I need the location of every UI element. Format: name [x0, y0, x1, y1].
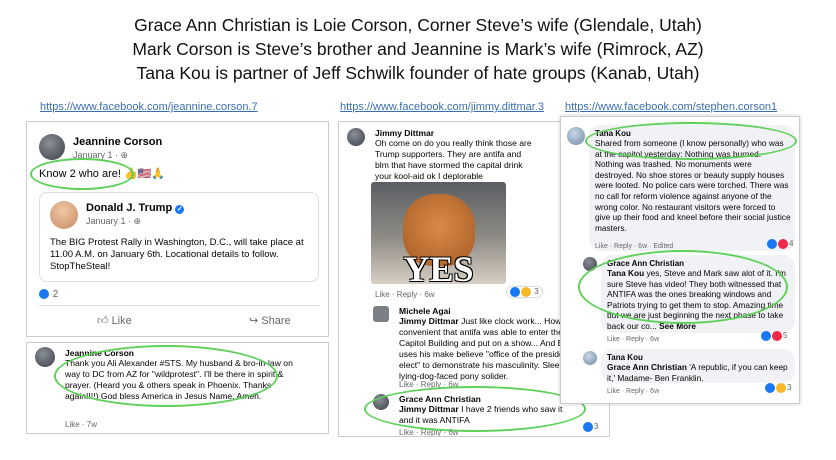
mention[interactable]: Jimmy Dittmar [399, 404, 459, 414]
like-reaction-icon [583, 422, 593, 432]
avatar[interactable] [35, 347, 55, 367]
haha-reaction-icon [521, 287, 531, 297]
comment-text: Thank you Ali Alexander #STS. My husband… [65, 358, 293, 401]
comment-text: Oh come on do you really think those are… [375, 138, 532, 181]
thumbs-up-icon: 👍︎ [97, 315, 109, 327]
avatar[interactable] [583, 351, 597, 365]
reaction-count: 4 [789, 239, 794, 249]
reaction-count: 5 [783, 331, 788, 341]
meme-image[interactable]: YES [371, 182, 506, 284]
love-reaction-icon [778, 239, 788, 249]
comment-meta[interactable]: Like · Reply · 6w [399, 428, 459, 436]
comment-author[interactable]: Grace Ann Christian [607, 259, 684, 268]
globe-icon: ⊕ [120, 150, 129, 160]
post-time-row: January 1 · ⊕ [73, 150, 128, 161]
heading-line-3: Tana Kou is partner of Jeff Schwilk foun… [136, 63, 700, 83]
comment-reactions[interactable]: 5 [761, 331, 787, 341]
comment-meta[interactable]: Like · Reply · 6w [375, 290, 435, 299]
comment-author[interactable]: Jeannine Corson [65, 348, 134, 358]
comment-text: Shared from someone (I know personally) … [595, 138, 791, 233]
avatar[interactable] [50, 201, 78, 229]
comment-text: Jimmy Dittmar I have 2 friends who saw i… [399, 404, 579, 426]
like-reaction-icon [767, 239, 777, 249]
like-reaction-icon [39, 289, 49, 300]
love-reaction-icon [772, 331, 782, 341]
comment-author[interactable]: Tana Kou [607, 353, 643, 362]
heading-line-2: Mark Corson is Steve’s brother and Jeann… [132, 39, 704, 59]
like-button[interactable]: 👍︎ Like [97, 314, 132, 327]
share-button[interactable]: ↪ Share [249, 314, 291, 327]
comment-reactions[interactable]: 3 [583, 422, 598, 432]
comment-author[interactable]: Jimmy Dittmar [375, 128, 434, 138]
facebook-post-panel: Jeannine Corson January 1 · ⊕ Know 2 who… [26, 121, 329, 337]
like-label: Like [111, 315, 132, 327]
avatar[interactable] [583, 257, 597, 271]
shared-post[interactable]: Donald J. Trump ✓ January 1 · ⊕ The BIG … [39, 192, 319, 282]
comment-text: Grace Ann Christian 'A republic, if you … [607, 362, 791, 383]
globe-icon: ⊕ [133, 216, 142, 226]
avatar[interactable] [373, 394, 389, 410]
url-jimmy[interactable]: https://www.facebook.com/jimmy.dittmar.3 [340, 101, 544, 113]
comment-reactions[interactable]: 4 [767, 239, 793, 249]
haha-reaction-icon [776, 383, 786, 393]
comment-meta[interactable]: Like · Reply · 6w [399, 380, 459, 389]
comment-text: Tana Kou yes, Steve and Mark saw alot of… [607, 268, 791, 332]
mention[interactable]: Grace Ann Christian [607, 362, 687, 372]
post-text: Know 2 who are! 👍🇺🇸🙏 [39, 168, 166, 180]
avatar[interactable] [373, 306, 389, 322]
comment-meta[interactable]: Like · Reply · 6w · Edited [595, 243, 673, 250]
shared-time[interactable]: January 1 · [86, 216, 134, 226]
verified-icon: ✓ [175, 205, 185, 214]
meme-caption: YES [403, 249, 474, 284]
comment-author[interactable]: Tana Kou [595, 129, 631, 138]
like-reaction-icon [761, 331, 771, 341]
url-jeannine[interactable]: https://www.facebook.com/jeannine.corson… [40, 101, 258, 113]
like-reaction-icon [765, 383, 775, 393]
comment-reactions[interactable]: 3 [765, 383, 791, 393]
shared-author[interactable]: Donald J. Trump [86, 202, 172, 214]
mention[interactable]: Tana Kou [607, 268, 644, 278]
comment-meta[interactable]: Like · Reply · 6w [607, 336, 659, 343]
shared-time-row: January 1 · ⊕ [86, 216, 141, 227]
comment-author[interactable]: Grace Ann Christian [399, 394, 481, 404]
comment-reactions[interactable]: 3 [507, 287, 542, 297]
shared-author-row: Donald J. Trump ✓ [86, 202, 185, 214]
post-author[interactable]: Jeannine Corson [73, 136, 162, 148]
reaction-count: 2 [52, 289, 59, 300]
url-stephen[interactable]: https://www.facebook.com/stephen.corson1 [565, 101, 777, 113]
comment-author[interactable]: Michele Agai [399, 306, 451, 316]
shared-text: The BIG Protest Rally in Washington, D.C… [50, 237, 304, 272]
see-more-link[interactable]: See More [659, 321, 696, 331]
reaction-count: 3 [534, 287, 539, 297]
post-time[interactable]: January 1 · [73, 150, 121, 160]
avatar[interactable] [347, 128, 365, 146]
reaction-summary[interactable]: 2 [39, 289, 58, 300]
avatar[interactable] [39, 134, 65, 160]
like-reaction-icon [510, 287, 520, 297]
divider [39, 305, 319, 306]
mention[interactable]: Jimmy Dittmar [399, 316, 459, 326]
comment-meta[interactable]: Like · Reply · 6w [607, 388, 659, 395]
reaction-count: 3 [594, 422, 599, 432]
comment-panel-jeannine: Jeannine Corson Thank you Ali Alexander … [26, 342, 329, 434]
heading-line-1: Grace Ann Christian is Loie Corson, Corn… [134, 15, 702, 35]
reaction-count: 3 [787, 383, 792, 393]
avatar[interactable] [567, 127, 585, 145]
share-icon: ↪ [249, 315, 259, 327]
comments-panel-stephen: Tana Kou Shared from someone (I know per… [560, 116, 800, 404]
comment-meta[interactable]: Like · 7w [65, 420, 97, 429]
share-label: Share [261, 315, 291, 327]
